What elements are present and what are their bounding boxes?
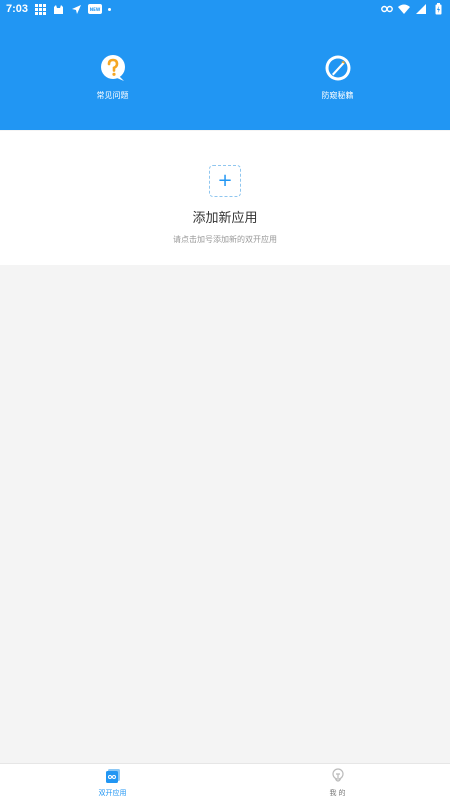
tab-dual-apps-label: 双开应用 bbox=[98, 790, 127, 797]
compass-icon bbox=[325, 55, 350, 81]
question-icon bbox=[100, 55, 125, 81]
new-badge-text: NEW bbox=[89, 6, 101, 12]
signal-icon bbox=[415, 3, 427, 15]
faq-label: 常见问题 bbox=[96, 91, 129, 100]
tab-profile[interactable]: 我 的 bbox=[225, 764, 450, 800]
new-badge-icon: NEW bbox=[88, 4, 103, 14]
add-app-subtitle: 请点击加号添加新的双开应用 bbox=[173, 235, 277, 244]
plus-icon: + bbox=[217, 170, 233, 191]
status-bar: 7:03 NEW bbox=[0, 0, 450, 18]
header-banner: 常见问题 防窥秘籍 bbox=[0, 18, 450, 130]
add-app-card: + 添加新应用 请点击加号添加新的双开应用 bbox=[0, 131, 450, 265]
tab-dual-apps[interactable]: 双开应用 bbox=[0, 764, 225, 800]
grid-icon bbox=[34, 3, 46, 15]
privacy-tips-button[interactable]: 防窥秘籍 bbox=[293, 54, 383, 101]
cat-icon bbox=[52, 3, 64, 15]
status-time: 7:03 bbox=[6, 3, 29, 15]
profile-icon bbox=[331, 768, 344, 782]
tab-profile-label: 我 的 bbox=[329, 790, 346, 797]
faq-button[interactable]: 常见问题 bbox=[68, 54, 158, 101]
bottom-tab-bar: 双开应用 我 的 bbox=[0, 763, 450, 800]
clone-apps-icon bbox=[105, 769, 120, 783]
add-app-button[interactable]: + bbox=[209, 165, 241, 197]
link-icon bbox=[381, 3, 393, 15]
add-app-title: 添加新应用 bbox=[192, 210, 258, 225]
notification-dot bbox=[108, 7, 112, 11]
wifi-icon bbox=[398, 3, 410, 15]
privacy-tips-label: 防窥秘籍 bbox=[321, 91, 354, 100]
navigation-icon bbox=[70, 3, 82, 15]
battery-icon bbox=[432, 3, 444, 15]
